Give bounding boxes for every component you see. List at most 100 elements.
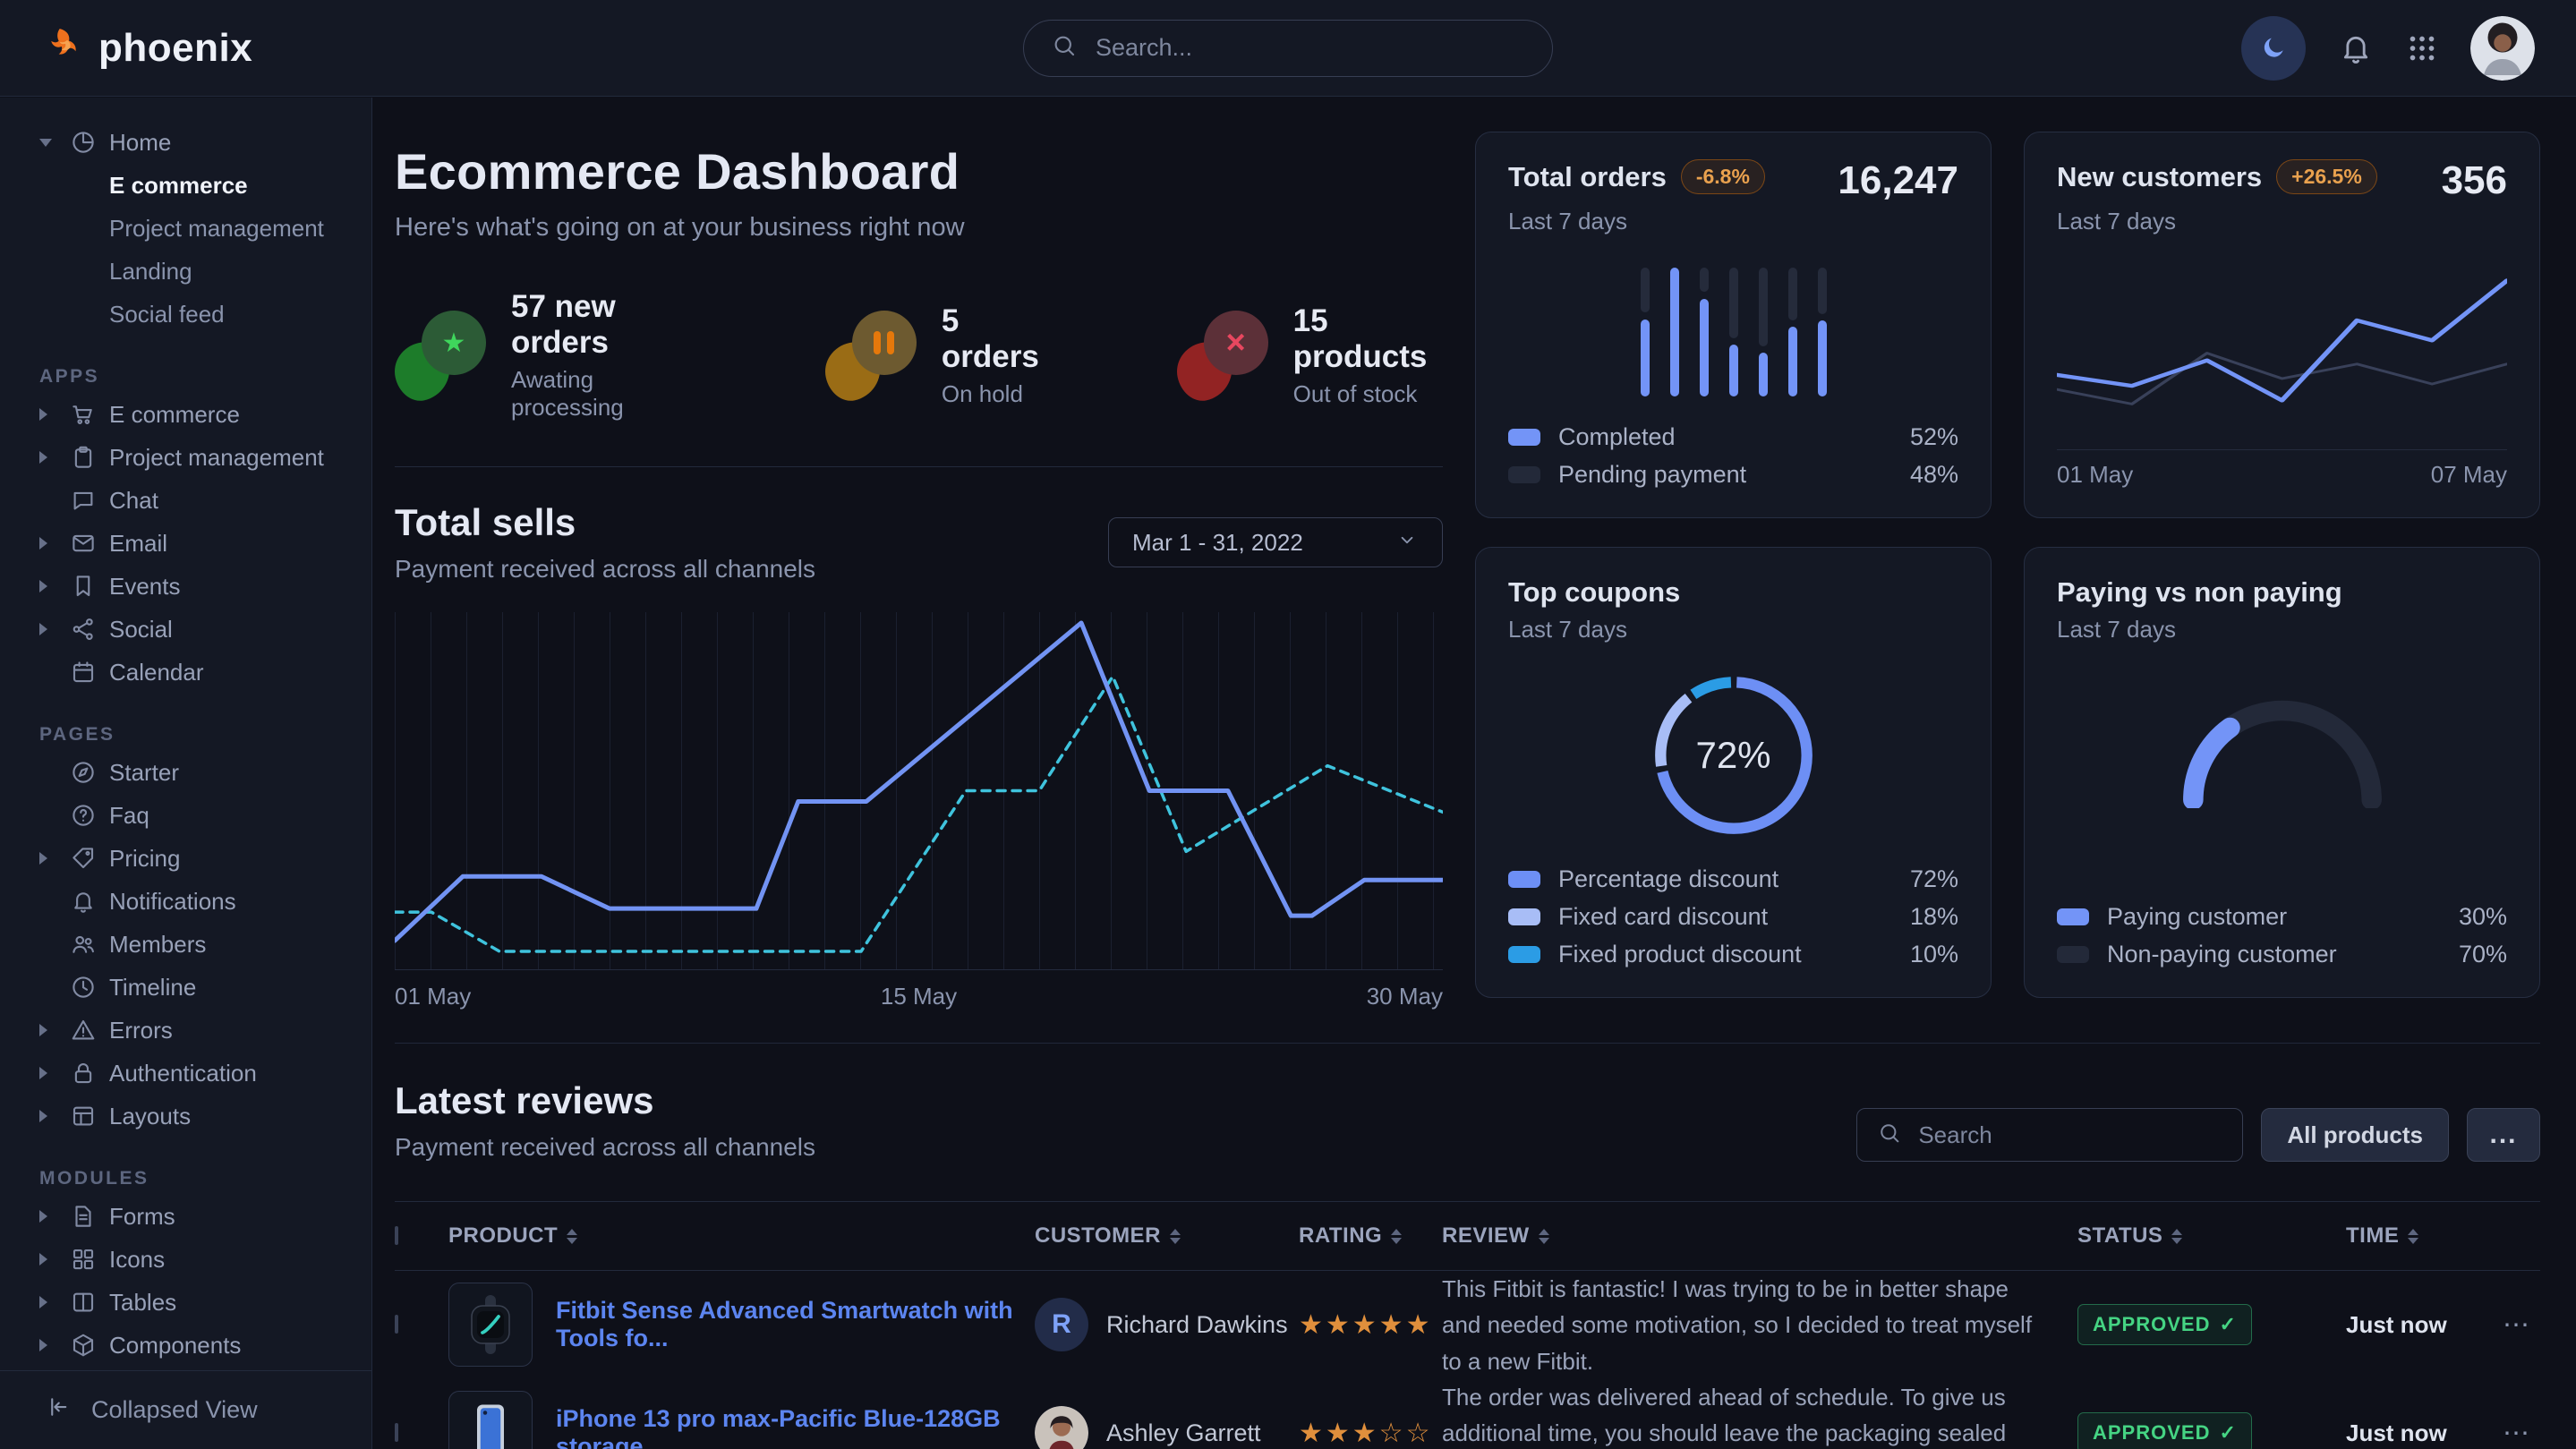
brand-logo[interactable]: phoenix <box>47 26 252 71</box>
pause-icon <box>874 331 894 354</box>
sidebar-item-label: Faq <box>109 802 149 830</box>
global-search[interactable] <box>1023 20 1553 77</box>
row-actions-button[interactable]: ⋯ <box>2498 1309 2540 1341</box>
sidebar-item-label: E commerce <box>109 401 240 429</box>
legend-value: 72% <box>1910 865 1958 893</box>
check-icon: ✓ <box>2219 1421 2236 1445</box>
stat-value: 57 new orders <box>511 289 691 361</box>
sidebar-item-label: Landing <box>109 258 192 286</box>
sidebar-item-starter[interactable]: Starter <box>0 751 371 794</box>
notifications-button[interactable] <box>2338 30 2374 66</box>
column-header-rating[interactable]: RATING <box>1299 1223 1442 1249</box>
stat-value: 5 orders <box>942 303 1043 375</box>
sidebar-item-label: Social feed <box>109 301 225 328</box>
reviews-search[interactable] <box>1856 1108 2243 1162</box>
legend-swatch <box>1508 871 1540 888</box>
row-checkbox[interactable] <box>395 1315 398 1334</box>
sidebar-item-timeline[interactable]: Timeline <box>0 966 371 1009</box>
sidebar-item-notifications[interactable]: Notifications <box>0 880 371 923</box>
product-link[interactable]: Fitbit Sense Advanced Smartwatch with To… <box>556 1297 1035 1352</box>
sidebar-item-social[interactable]: Social <box>0 608 371 651</box>
calendar-icon <box>70 659 109 686</box>
bookmark-icon <box>70 573 109 600</box>
legend-paying-customer: Paying customer 30% <box>2057 903 2507 931</box>
column-header-product[interactable]: PRODUCT <box>448 1223 1035 1249</box>
date-range-select[interactable]: Mar 1 - 31, 2022 <box>1108 517 1443 567</box>
sidebar-item-authentication[interactable]: Authentication <box>0 1052 371 1095</box>
column-header-time[interactable]: TIME <box>2346 1223 2498 1249</box>
sidebar-item-errors[interactable]: Errors <box>0 1009 371 1052</box>
x-tick: 01 May <box>2057 461 2133 489</box>
column-header-status[interactable]: STATUS <box>2077 1223 2346 1249</box>
review-text: The order was delivered ahead of schedul… <box>1442 1379 2077 1449</box>
navbar-actions <box>2241 16 2535 81</box>
caret-right-icon <box>39 1339 70 1351</box>
sidebar-item-layouts[interactable]: Layouts <box>0 1095 371 1138</box>
sidebar-item-members[interactable]: Members <box>0 923 371 966</box>
row-actions-button[interactable]: ⋯ <box>2498 1418 2540 1449</box>
sidebar-item-project-management[interactable]: Project management <box>0 436 371 479</box>
apps-menu-button[interactable] <box>2406 32 2438 64</box>
top-coupons-donut-chart: 72% <box>1649 670 1819 840</box>
all-products-button[interactable]: All products <box>2261 1108 2449 1162</box>
sort-icon <box>1170 1229 1181 1244</box>
search-icon <box>1051 32 1078 64</box>
sidebar-item-icons[interactable]: Icons <box>0 1238 371 1281</box>
sidebar-item-tables[interactable]: Tables <box>0 1281 371 1324</box>
more-options-button[interactable]: ... <box>2467 1108 2540 1162</box>
sidebar-item-e-commerce[interactable]: E commerce <box>0 393 371 436</box>
sidebar-item-landing[interactable]: Landing <box>0 250 371 293</box>
order-bar <box>1818 268 1827 396</box>
reviews-title: Latest reviews <box>395 1079 815 1122</box>
lock-icon <box>70 1060 109 1087</box>
row-checkbox[interactable] <box>395 1423 398 1442</box>
reviews-search-input[interactable] <box>1916 1121 2222 1150</box>
legend-swatch <box>2057 908 2089 925</box>
sidebar-item-label: Email <box>109 530 167 558</box>
sidebar-item-label: Social <box>109 616 173 644</box>
total-sells-x-axis: 01 May15 May30 May <box>395 983 1443 1010</box>
column-header-customer[interactable]: CUSTOMER <box>1035 1223 1299 1249</box>
select-all-checkbox[interactable] <box>395 1226 398 1245</box>
sidebar-item-home[interactable]: Home <box>0 121 371 164</box>
legend-label: Pending payment <box>1558 461 1746 489</box>
sidebar-item-calendar[interactable]: Calendar <box>0 651 371 694</box>
sidebar-collapse-toggle[interactable]: Collapsed View <box>0 1370 371 1449</box>
column-header-review[interactable]: REVIEW <box>1442 1223 2077 1249</box>
star-icon: ★ <box>442 328 466 359</box>
sidebar-item-events[interactable]: Events <box>0 565 371 608</box>
sidebar-item-social-feed[interactable]: Social feed <box>0 293 371 336</box>
sidebar-item-forms[interactable]: Forms <box>0 1195 371 1238</box>
product-link[interactable]: iPhone 13 pro max-Pacific Blue-128GB sto… <box>556 1405 1035 1449</box>
caret-right-icon <box>39 580 70 592</box>
stat-on-hold: 5 orders On hold <box>825 303 1043 408</box>
theme-toggle-button[interactable] <box>2241 16 2306 81</box>
sidebar-item-e-commerce[interactable]: E commerce <box>0 164 371 207</box>
global-search-input[interactable] <box>1094 33 1525 63</box>
clipboard-icon <box>70 444 109 471</box>
reviews-subtitle: Payment received across all channels <box>395 1133 815 1162</box>
user-avatar[interactable] <box>2470 16 2535 81</box>
sidebar-item-email[interactable]: Email <box>0 522 371 565</box>
legend-label: Completed <box>1558 423 1676 451</box>
cart-icon <box>70 401 109 428</box>
sidebar-item-project-management[interactable]: Project management <box>0 207 371 250</box>
sidebar-item-components[interactable]: Components <box>0 1324 371 1367</box>
legend-value: 70% <box>2459 941 2507 968</box>
columns-icon <box>70 1289 109 1316</box>
sidebar-item-chat[interactable]: Chat <box>0 479 371 522</box>
brand-name: phoenix <box>98 26 252 71</box>
sidebar-item-label: Notifications <box>109 888 236 916</box>
sidebar-item-pricing[interactable]: Pricing <box>0 837 371 880</box>
legend-value: 52% <box>1910 423 1958 451</box>
sidebar-item-faq[interactable]: Faq <box>0 794 371 837</box>
customer-avatar <box>1035 1406 1088 1449</box>
sidebar-nav: HomeE commerceProject managementLandingS… <box>0 98 372 1449</box>
date-range-value: Mar 1 - 31, 2022 <box>1132 529 1303 557</box>
sort-icon <box>567 1229 577 1244</box>
sidebar-item-label: Calendar <box>109 659 204 686</box>
box-icon <box>70 1332 109 1359</box>
legend-value: 18% <box>1910 903 1958 931</box>
sidebar-item-label: Starter <box>109 759 179 787</box>
sidebar-item-label: Project management <box>109 444 324 472</box>
